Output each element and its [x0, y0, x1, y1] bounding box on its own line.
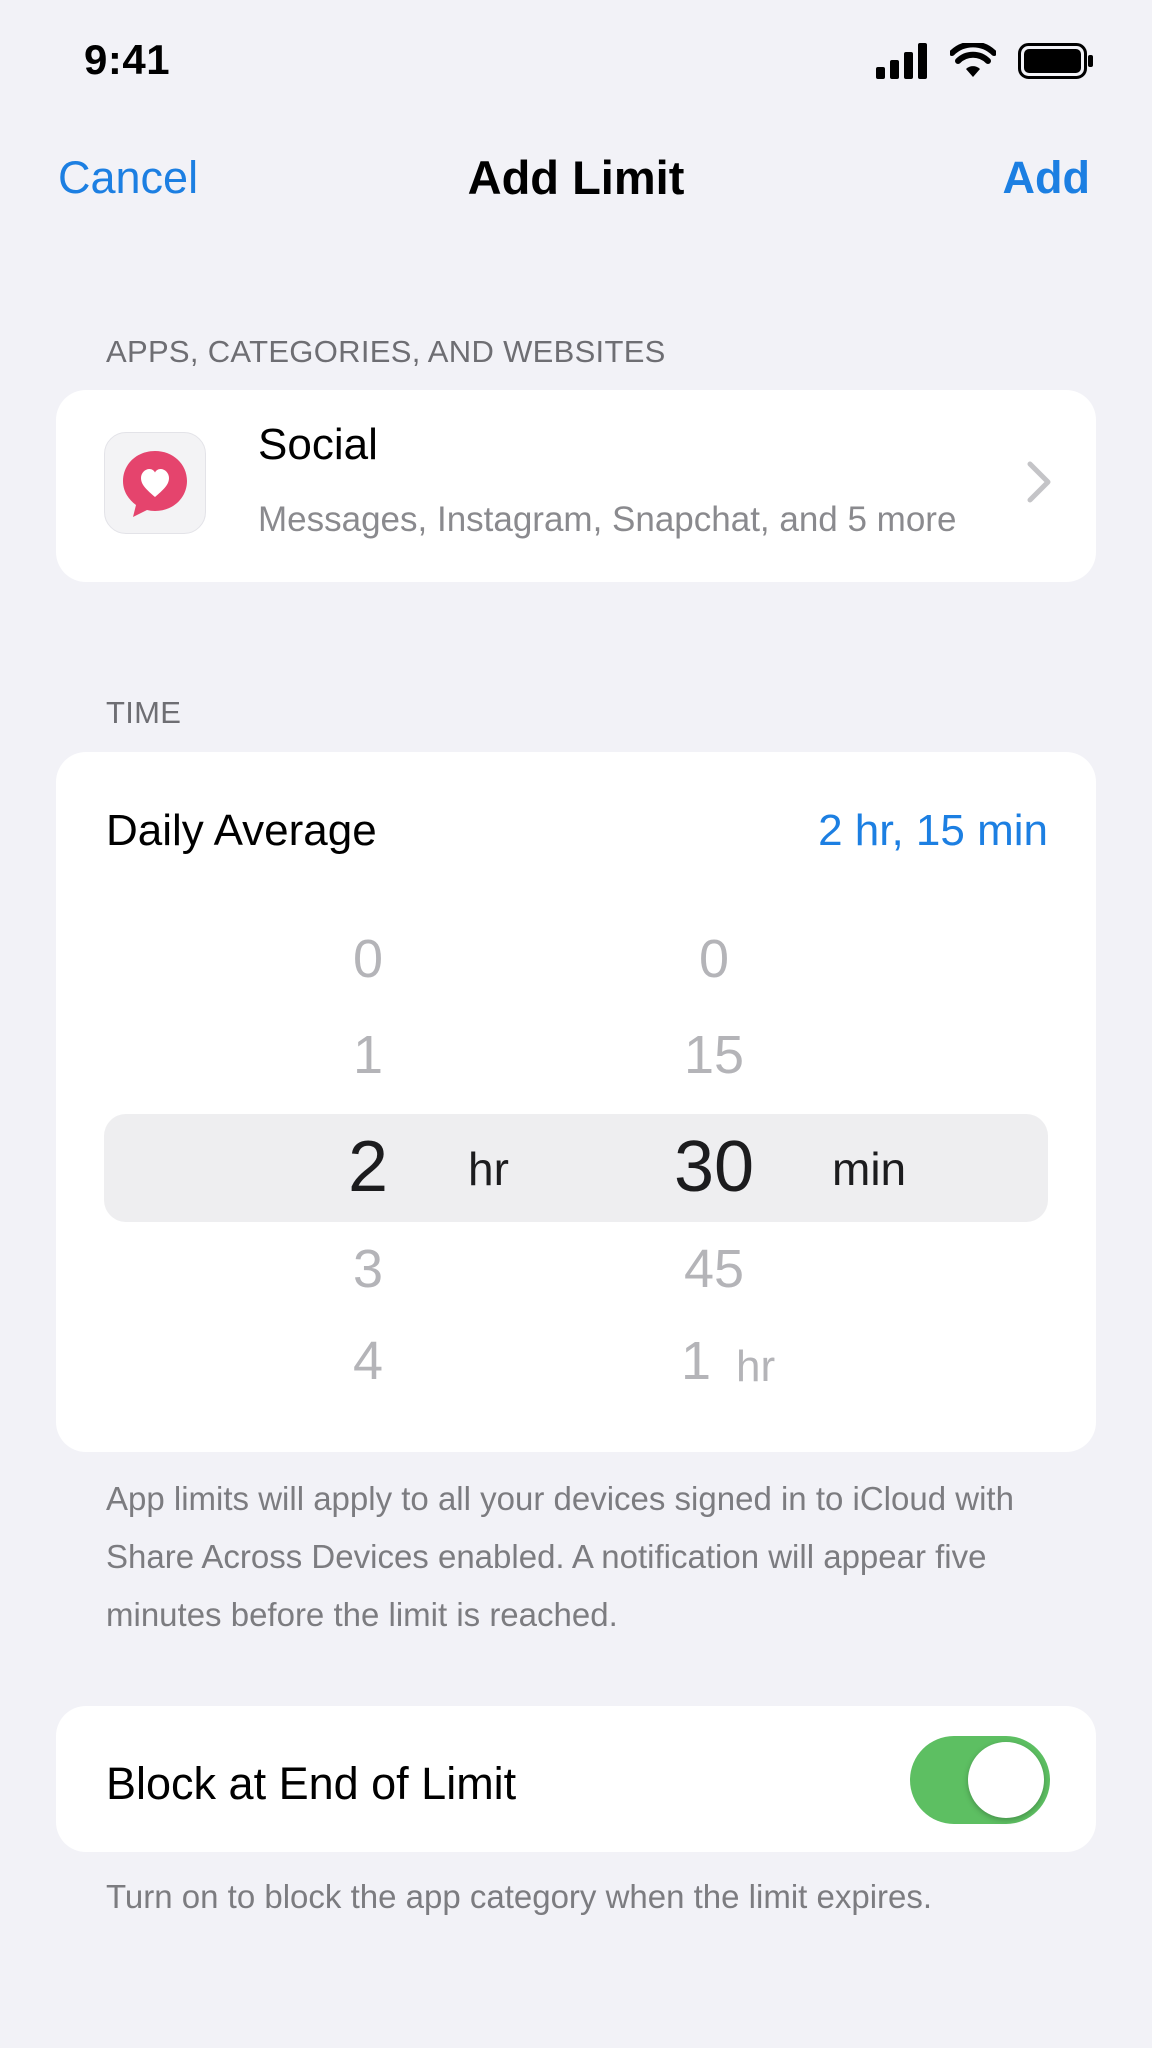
time-section-header: TIME	[106, 695, 182, 730]
minute-option[interactable]: 0	[634, 928, 794, 990]
add-button[interactable]: Add	[1003, 152, 1090, 204]
heart-bubble-icon	[123, 451, 187, 517]
chevron-right-icon	[1027, 461, 1051, 503]
apps-section-header: APPS, CATEGORIES, AND WEBSITES	[106, 334, 666, 369]
block-at-end-toggle[interactable]	[910, 1736, 1050, 1824]
daily-average-label: Daily Average	[106, 806, 377, 855]
hour-option[interactable]: 1	[288, 1024, 448, 1086]
minute-option[interactable]: 15	[634, 1024, 794, 1086]
hours-unit-label: hr	[468, 1143, 509, 1195]
toggle-knob	[968, 1742, 1044, 1818]
social-category-tile	[104, 432, 206, 534]
minute-selected[interactable]: 30	[634, 1126, 794, 1208]
block-at-end-label: Block at End of Limit	[106, 1758, 517, 1809]
category-title: Social	[258, 420, 378, 469]
status-time: 9:41	[84, 36, 171, 83]
category-subtitle: Messages, Instagram, Snapchat, and 5 mor…	[258, 500, 957, 539]
wifi-icon	[950, 43, 996, 77]
hour-option[interactable]: 4	[288, 1330, 448, 1392]
cellular-signal-icon	[876, 43, 927, 79]
daily-average-value: 2 hr, 15 min	[818, 806, 1048, 855]
hour-selected[interactable]: 2	[288, 1126, 448, 1208]
hour-option[interactable]: 0	[288, 928, 448, 990]
status-icons	[876, 38, 1094, 84]
battery-icon	[1018, 43, 1093, 79]
cancel-button[interactable]: Cancel	[58, 152, 198, 204]
minute-overflow-unit: hr	[736, 1342, 776, 1391]
minute-option[interactable]: 45	[634, 1238, 794, 1300]
hour-option[interactable]: 3	[288, 1238, 448, 1300]
picker-selection-highlight	[104, 1114, 1048, 1222]
category-row[interactable]: Social Messages, Instagram, Snapchat, an…	[56, 390, 1096, 582]
block-row: Block at End of Limit	[56, 1706, 1096, 1852]
minutes-unit-label: min	[832, 1143, 907, 1195]
time-card: Daily Average 2 hr, 15 min 0 1 2 3 4 hr …	[56, 752, 1096, 1452]
block-footer-note: Turn on to block the app category when t…	[106, 1878, 933, 1915]
time-footer-note: App limits will apply to all your device…	[106, 1480, 1014, 1633]
